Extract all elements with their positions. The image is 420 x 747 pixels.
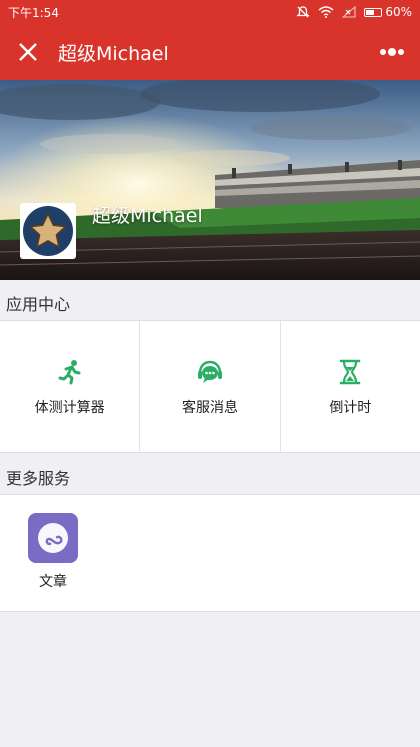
running-person-icon (55, 357, 85, 387)
profile-name: 超级Michael (92, 205, 203, 227)
headset-chat-icon (195, 357, 225, 387)
app-item-fitness-calculator[interactable]: 体测计算器 (0, 321, 141, 452)
avatar[interactable] (20, 203, 76, 259)
app-item-label: 体测计算器 (34, 399, 105, 416)
star-icon (23, 206, 73, 256)
battery-icon (364, 7, 383, 17)
nav-title: 超级Michael (58, 42, 169, 65)
app-item-countdown[interactable]: 倒计时 (281, 321, 420, 452)
profile-banner: 超级Michael (0, 80, 420, 280)
app-item-label: 倒计时 (329, 399, 372, 416)
status-time: 下午1:54 (8, 5, 59, 20)
wifi-icon (318, 6, 334, 18)
app-item-customer-service[interactable]: 客服消息 (140, 321, 281, 452)
more-icon (380, 48, 404, 56)
app-center-grid: 体测计算器 客服消息 倒计时 (0, 320, 420, 453)
more-services-panel: 文章 (0, 494, 420, 612)
close-button[interactable] (0, 24, 56, 80)
service-item-article[interactable]: 文章 (24, 513, 82, 591)
app-item-label: 客服消息 (181, 399, 238, 416)
mini-program-icon (28, 513, 78, 563)
more-button[interactable] (364, 24, 420, 80)
battery-indicator: 60% (364, 5, 412, 19)
nav-bar: 超级Michael (0, 24, 420, 80)
signal-icon (342, 6, 356, 18)
hourglass-icon (335, 357, 365, 387)
status-icons: 60% (296, 5, 412, 19)
service-item-label: 文章 (39, 574, 67, 590)
mute-icon (296, 6, 310, 18)
status-bar: 下午1:54 60% (0, 0, 420, 24)
battery-text: 60% (385, 5, 412, 19)
more-services-title: 更多服务 (6, 469, 71, 488)
close-icon (19, 43, 37, 61)
app-center-title: 应用中心 (6, 295, 71, 314)
